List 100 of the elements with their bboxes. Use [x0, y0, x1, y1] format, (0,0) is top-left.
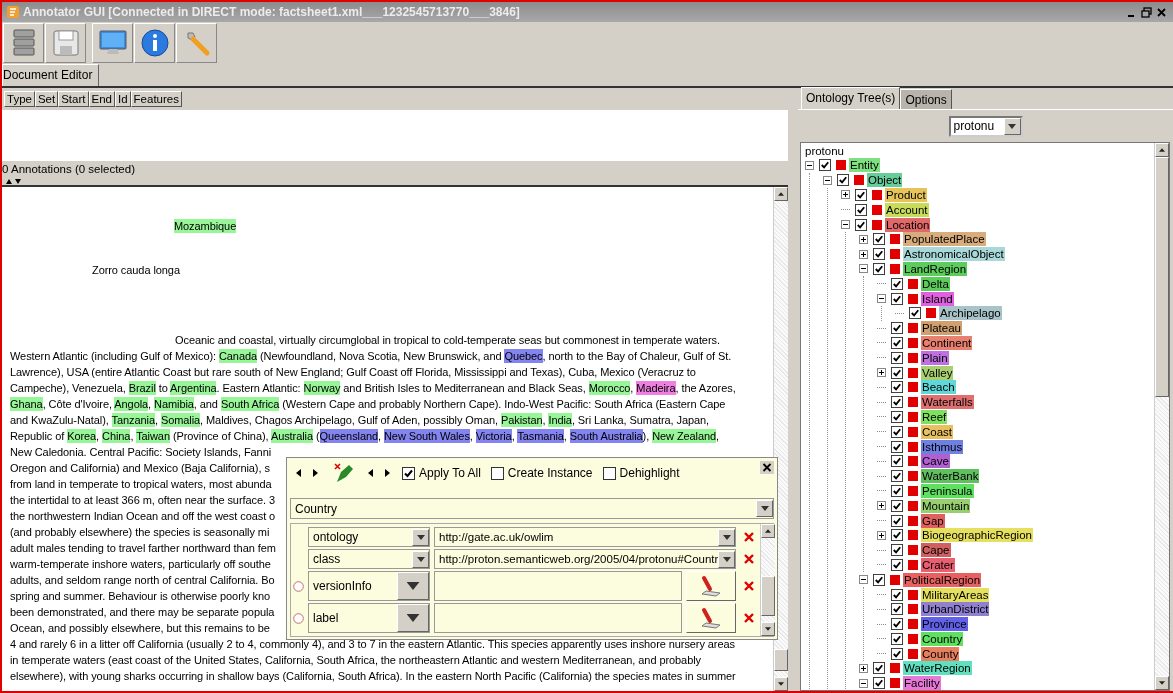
- tree-node-label[interactable]: Location: [885, 217, 931, 232]
- delete-icon[interactable]: [743, 553, 756, 565]
- checkbox[interactable]: [891, 484, 903, 497]
- toolbar-button[interactable]: [92, 23, 133, 63]
- checkbox[interactable]: [891, 410, 903, 423]
- tree-node-label[interactable]: Facility: [903, 676, 941, 690]
- expand-icon[interactable]: [877, 530, 886, 540]
- expand-icon[interactable]: [841, 190, 850, 200]
- highlighted-entity[interactable]: New South Wales: [384, 429, 470, 443]
- tab[interactable]: Document Editor: [2, 64, 100, 86]
- expand-icon[interactable]: [859, 234, 868, 244]
- tree-node-label[interactable]: Cape: [921, 543, 951, 558]
- scroll-down-button[interactable]: [761, 622, 776, 636]
- tree-node-label[interactable]: Peninsula: [921, 483, 974, 498]
- toolbar-button[interactable]: [45, 23, 86, 63]
- restore-icon[interactable]: [1140, 5, 1154, 19]
- tree-node-label[interactable]: PoliticalRegion: [903, 572, 982, 587]
- scroll-thumb[interactable]: [774, 649, 788, 671]
- tree-node-label[interactable]: UrbanDistrict: [921, 602, 990, 617]
- checkbox[interactable]: [891, 396, 903, 409]
- highlighted-entity[interactable]: Norway: [303, 381, 341, 395]
- collapse-icon[interactable]: [841, 220, 850, 230]
- feature-value-dropdown[interactable]: http://gate.ac.uk/owlim: [434, 527, 737, 547]
- tree-node-label[interactable]: Waterfalls: [921, 395, 974, 410]
- checkbox[interactable]: [891, 292, 903, 305]
- tree-node-label[interactable]: Island: [921, 291, 954, 306]
- checkbox[interactable]: [855, 218, 867, 231]
- dropdown-arrow-icon[interactable]: [416, 556, 425, 562]
- collapse-icon[interactable]: [823, 175, 832, 185]
- checkbox[interactable]: [819, 159, 831, 172]
- scroll-thumb[interactable]: [761, 576, 776, 616]
- splitter-arrows-icon[interactable]: [4, 178, 24, 185]
- checkbox[interactable]: [891, 351, 903, 364]
- marker-pen-icon[interactable]: [332, 462, 354, 484]
- tree-node-label[interactable]: MilitaryAreas: [921, 587, 990, 602]
- dropdown-arrow-icon[interactable]: [722, 556, 731, 562]
- checkbox[interactable]: [891, 544, 903, 557]
- checkbox[interactable]: [602, 466, 616, 480]
- checkbox[interactable]: [891, 514, 903, 527]
- checkbox[interactable]: [873, 573, 885, 586]
- feature-name-dropdown[interactable]: label: [308, 603, 430, 633]
- tree-node-label[interactable]: Province: [921, 617, 968, 632]
- tree-node-label[interactable]: AstronomicalObject: [903, 247, 1005, 262]
- feature-name-dropdown[interactable]: ontology: [308, 527, 430, 547]
- tree-node-label[interactable]: Delta: [921, 276, 950, 291]
- checkbox[interactable]: [855, 189, 867, 201]
- dropdown-arrow-icon[interactable]: [406, 614, 420, 622]
- tree-node-label[interactable]: Beach: [921, 380, 956, 395]
- scroll-thumb[interactable]: [1155, 157, 1169, 397]
- tree-node-label[interactable]: Valley: [921, 365, 954, 380]
- tree-node-label[interactable]: Entity: [849, 158, 880, 173]
- collapse-icon[interactable]: [859, 575, 868, 585]
- expand-icon[interactable]: [877, 368, 886, 378]
- tree-node-label[interactable]: Archipelago: [939, 306, 1002, 321]
- collapse-icon[interactable]: [859, 678, 868, 688]
- expand-icon[interactable]: [859, 249, 868, 259]
- checkbox[interactable]: [873, 233, 885, 246]
- checkbox[interactable]: [891, 336, 903, 349]
- dropdown-arrow-icon[interactable]: [722, 534, 731, 540]
- highlighted-entity[interactable]: Quebec: [504, 349, 543, 363]
- scroll-up-button[interactable]: [774, 187, 788, 201]
- checkbox[interactable]: [855, 203, 867, 216]
- checkbox[interactable]: [402, 466, 415, 480]
- checkbox[interactable]: [891, 425, 903, 438]
- scroll-down-button[interactable]: [774, 677, 788, 691]
- tree-node-label[interactable]: Plateau: [921, 321, 962, 336]
- checkbox[interactable]: [837, 174, 849, 187]
- highlighted-entity[interactable]: Namibia: [154, 397, 194, 411]
- highlighted-entity[interactable]: Madeira: [636, 381, 676, 395]
- tab[interactable]: Options: [900, 89, 952, 109]
- checkbox[interactable]: [873, 662, 885, 675]
- checkbox[interactable]: [891, 277, 903, 290]
- collapse-icon[interactable]: [805, 160, 814, 170]
- toolbar-button[interactable]: [134, 23, 175, 63]
- checkbox[interactable]: [891, 529, 903, 542]
- scrollbar[interactable]: [1154, 143, 1169, 690]
- highlighted-entity[interactable]: Ghana: [10, 397, 43, 411]
- arrow-right-icon[interactable]: [310, 467, 320, 479]
- checkbox[interactable]: [873, 677, 885, 690]
- highlighted-entity[interactable]: Tasmania: [517, 429, 564, 443]
- checkbox[interactable]: [490, 466, 504, 480]
- checkbox[interactable]: [891, 455, 903, 468]
- dropdown-arrow-icon[interactable]: [1008, 123, 1016, 129]
- feature-name-dropdown[interactable]: versionInfo: [308, 571, 430, 601]
- tree-node-label[interactable]: Reef: [921, 409, 948, 424]
- checkbox[interactable]: [891, 603, 903, 616]
- highlighted-entity[interactable]: Victoria: [475, 429, 512, 443]
- scroll-up-button[interactable]: [761, 524, 776, 538]
- tree-node-label[interactable]: WaterBank: [921, 469, 980, 484]
- highlighted-entity[interactable]: South Australia: [569, 429, 643, 443]
- delete-icon[interactable]: [743, 612, 756, 624]
- scroll-down-button[interactable]: [1155, 676, 1169, 690]
- highlighted-entity[interactable]: Brazil: [128, 381, 156, 395]
- close-icon[interactable]: [760, 461, 774, 474]
- tree-node-label[interactable]: Gap: [921, 513, 945, 528]
- tree-node-label[interactable]: Isthmus: [921, 439, 964, 454]
- checkbox[interactable]: [891, 381, 903, 394]
- dropdown-arrow-icon[interactable]: [760, 506, 769, 511]
- toolbar-button[interactable]: [176, 23, 217, 63]
- edit-button[interactable]: [686, 603, 737, 633]
